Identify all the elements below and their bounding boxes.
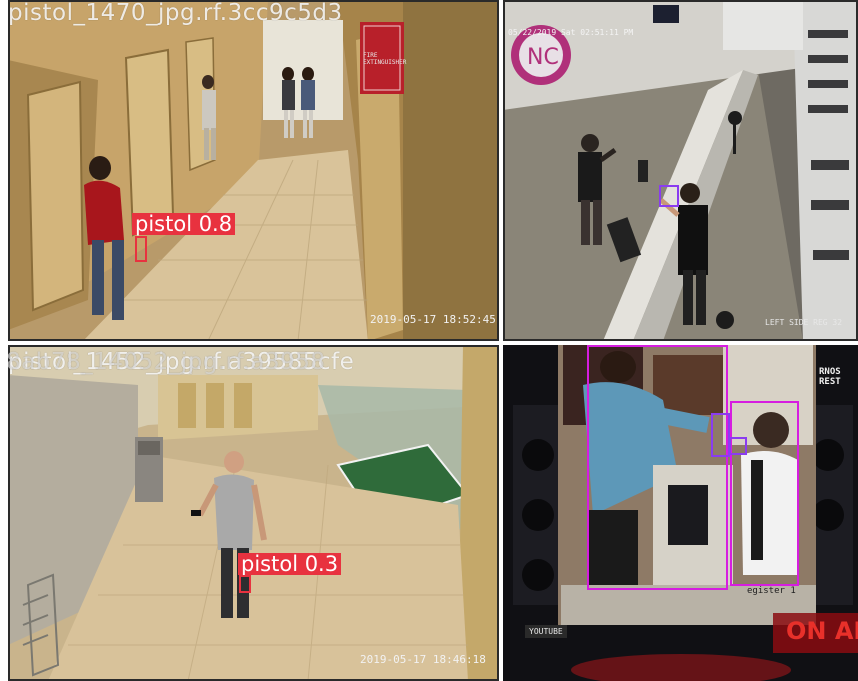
detection-box: [711, 413, 730, 457]
logo-text: RNOS REST: [819, 367, 841, 387]
detection-box: [135, 236, 147, 262]
timestamp: 2019-05-17 18:52:45: [370, 313, 496, 326]
detection-label: pistol 0.8: [132, 213, 236, 235]
sign-text: ON AI: [786, 617, 858, 645]
store-scene: NC: [503, 0, 858, 341]
panel-store-top: NC 05/22/2019 Sat 02:51:11 PM LEFT SIDE …: [503, 0, 858, 341]
detection-box: [730, 401, 799, 586]
detection-box: [659, 185, 679, 207]
panel-lobby-bottom: pistol_1452_jpg.rf.a39585cfe 8ab78_14052…: [8, 345, 499, 681]
panel-hallway-top: pistol_1470_jpg.rf.3cc9c5d3 FIRE EXTINGU…: [8, 0, 499, 341]
svg-text:NC: NC: [527, 45, 559, 70]
file-label-overlap: 8ab78_14052_jpg.rf.a3958: [8, 349, 326, 375]
corner-text: LEFT SIDE REG 32: [765, 318, 843, 327]
detection-box: [587, 345, 728, 590]
register-text: egister 1: [747, 586, 796, 596]
detection-box: [729, 437, 747, 455]
timestamp: 2019-05-17 18:46:18: [360, 653, 486, 666]
lobby-scene: [8, 345, 499, 681]
panel-register-bottom: RNOS REST egister 1 YOUTUBE ON AI: [503, 345, 858, 681]
detection-label: pistol 0.3: [238, 553, 342, 575]
detection-box: [239, 575, 251, 593]
hallway-scene: [8, 0, 499, 341]
sign-text: FIRE EXTINGUISHER: [363, 52, 407, 66]
file-label: pistol_1470_jpg.rf.3cc9c5d3: [8, 0, 343, 26]
channel-text: YOUTUBE: [525, 625, 567, 638]
overlay-date: 05/22/2019 Sat 02:51:11 PM: [508, 28, 634, 37]
